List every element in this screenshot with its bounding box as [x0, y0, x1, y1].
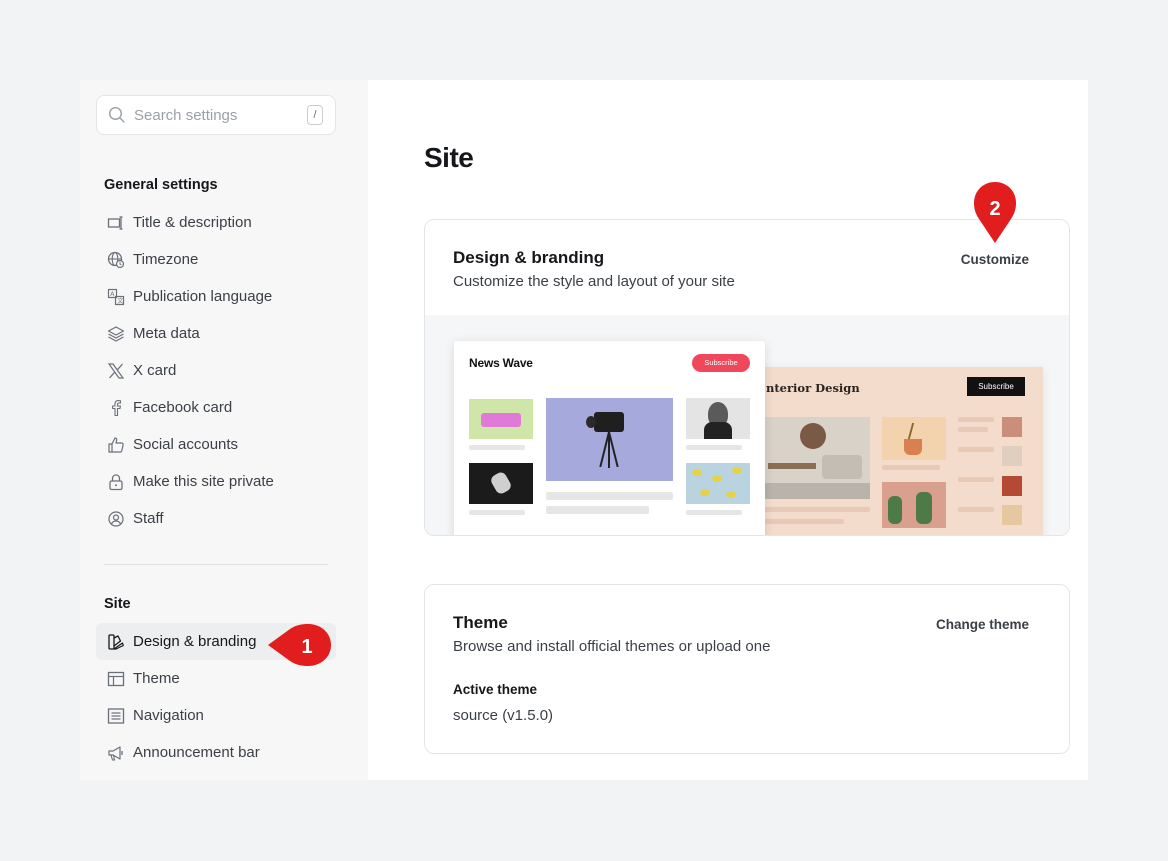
sidebar-item-label: Facebook card	[133, 399, 233, 416]
sidebar-item-announcement-bar[interactable]: Announcement bar	[96, 734, 336, 771]
sidebar-item-label: Title & description	[133, 214, 252, 231]
paint-icon	[108, 633, 124, 650]
step-2-marker: 2	[974, 182, 1016, 243]
translate-icon: A文	[107, 288, 125, 305]
card-description: Customize the style and layout of your s…	[453, 273, 735, 290]
design-preview[interactable]: nterior Design Subscribe News Wave Subsc…	[425, 315, 1069, 535]
site-heading: Site	[104, 596, 131, 612]
page-title: Site	[424, 142, 474, 173]
sidebar-item-label: Social accounts	[133, 436, 239, 453]
x-logo-icon	[107, 362, 125, 379]
svg-text:文: 文	[117, 297, 123, 305]
search-box[interactable]: Search settings /	[96, 95, 336, 135]
preview-portrait-image	[686, 398, 750, 439]
search-icon	[108, 106, 125, 123]
sidebar-item-label: Publication language	[133, 288, 273, 305]
sidebar-item-social-accounts[interactable]: Social accounts	[96, 426, 336, 463]
preview-interior-design: nterior Design Subscribe	[760, 367, 1043, 535]
card-title: Design & branding	[453, 248, 605, 267]
sidebar-item-label: Meta data	[133, 325, 200, 342]
step-1-number: 1	[301, 636, 312, 658]
list-icon	[107, 707, 125, 724]
general-settings-heading: General settings	[104, 177, 218, 193]
sidebar-item-label: X card	[133, 362, 177, 379]
design-branding-card: Design & branding Customize the style an…	[424, 219, 1070, 536]
sidebar-item-make-private[interactable]: Make this site private	[96, 463, 336, 500]
step-1-marker: 1	[268, 624, 331, 666]
sidebar-item-x-card[interactable]: X card	[96, 352, 336, 389]
preview-plant-image	[882, 417, 946, 460]
layout-icon	[107, 671, 125, 686]
active-theme-label: Active theme	[453, 682, 538, 697]
preview-back-subscribe: Subscribe	[967, 377, 1025, 396]
sidebar-item-label: Timezone	[133, 251, 199, 268]
lock-icon	[109, 473, 123, 490]
preview-news-wave: News Wave Subscribe	[454, 341, 765, 535]
preview-lemons-image	[686, 463, 750, 504]
customize-button[interactable]: Customize	[961, 252, 1029, 267]
sidebar-item-meta-data[interactable]: Meta data	[96, 315, 336, 352]
title-icon	[107, 215, 123, 230]
facebook-icon	[112, 399, 122, 416]
card-description: Browse and install official themes or up…	[453, 638, 771, 655]
sidebar-item-timezone[interactable]: Timezone	[96, 241, 336, 278]
preview-keyboard-image	[469, 399, 533, 439]
step-2-number: 2	[989, 198, 1000, 220]
sidebar-item-label: Theme	[133, 670, 180, 687]
sidebar-item-label: Staff	[133, 510, 164, 527]
preview-astronaut-image	[469, 463, 533, 504]
preview-camera-image	[546, 398, 673, 481]
globe-clock-icon	[107, 251, 125, 268]
thumbs-up-icon	[108, 436, 124, 453]
settings-window: Search settings / General settings Title…	[80, 80, 1088, 780]
search-input[interactable]: Search settings	[134, 107, 237, 124]
preview-front-title: News Wave	[469, 356, 533, 370]
sidebar-item-facebook-card[interactable]: Facebook card	[96, 389, 336, 426]
preview-front-subscribe: Subscribe	[692, 354, 750, 372]
sidebar-item-label: Make this site private	[133, 473, 274, 490]
search-shortcut-key: /	[307, 105, 323, 125]
sidebar-item-staff[interactable]: Staff	[96, 500, 336, 537]
sidebar-item-navigation[interactable]: Navigation	[96, 697, 336, 734]
sidebar-divider	[104, 564, 328, 565]
preview-back-title: nterior Design	[766, 381, 860, 395]
active-theme-value: source (v1.5.0)	[453, 707, 554, 724]
theme-card: Theme Browse and install official themes…	[424, 584, 1070, 754]
settings-sidebar: Search settings / General settings Title…	[80, 80, 368, 780]
preview-cactus-image	[882, 482, 946, 528]
change-theme-button[interactable]: Change theme	[936, 617, 1029, 632]
sidebar-item-label: Design & branding	[133, 633, 257, 650]
card-title: Theme	[453, 613, 508, 632]
sidebar-item-label: Announcement bar	[133, 744, 260, 761]
megaphone-icon	[108, 745, 123, 761]
preview-room-image	[760, 417, 870, 499]
sidebar-item-label: Navigation	[133, 707, 204, 724]
staff-icon	[108, 510, 124, 527]
sidebar-item-publication-language[interactable]: A文 Publication language	[96, 278, 336, 315]
layers-icon	[107, 325, 125, 342]
sidebar-item-title-description[interactable]: Title & description	[96, 204, 336, 241]
